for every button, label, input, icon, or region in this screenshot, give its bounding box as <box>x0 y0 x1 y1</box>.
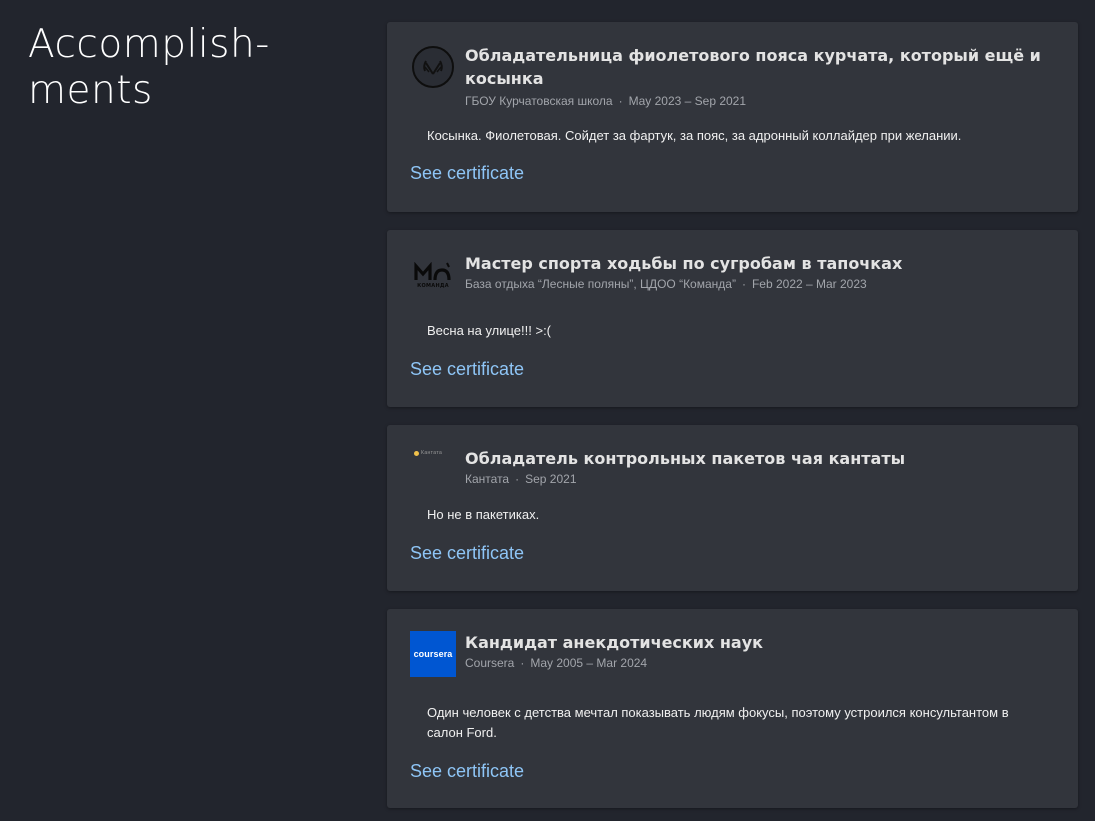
accomplishment-title: Мастер спорта ходьбы по сугробам в тапоч… <box>465 254 903 273</box>
card-header: Кантата Обладатель контрольных пакетов ч… <box>410 447 1058 495</box>
card-header-text: Мастер спорта ходьбы по сугробам в тапоч… <box>465 252 1058 292</box>
accomplishment-issuer: Coursera <box>465 656 515 670</box>
komanda-emblem-icon <box>414 261 451 280</box>
accomplishments-page: Accomplish- ments Обладательница фиолето… <box>0 0 1095 821</box>
accomplishment-description: Один человек с детства мечтал показывать… <box>427 705 1009 740</box>
kurchatov-school-logo <box>410 44 456 90</box>
card-header-text: Обладатель контрольных пакетов чая канта… <box>465 447 1058 487</box>
laurel-icon <box>412 46 454 88</box>
accomplishment-title: Кандидат анекдотических наук <box>465 633 764 652</box>
accomplishment-dates: Sep 2021 <box>525 472 577 486</box>
coursera-logo: coursera <box>410 631 456 677</box>
see-certificate-link[interactable]: See certificate <box>410 162 524 184</box>
accomplishment-meta: База отдыха “Лесные поляны”, ЦДОО “Коман… <box>465 276 1058 292</box>
accomplishment-title: Обладательница фиолетового пояса курчата… <box>465 46 1041 88</box>
kantata-dot-icon <box>414 451 419 456</box>
accomplishment-dates: May 2023 – Sep 2021 <box>628 94 747 108</box>
accomplishment-description: Но не в пакетиках. <box>427 507 540 522</box>
section-title: Accomplish- ments <box>28 22 328 114</box>
card-header: coursera Кандидат анекдотических наук Co… <box>410 631 1058 677</box>
section-title-line-1: Accomplish- <box>28 22 270 67</box>
accomplishment-title: Обладатель контрольных пакетов чая канта… <box>465 449 906 468</box>
see-certificate-link[interactable]: See certificate <box>410 358 524 380</box>
meta-separator: · <box>515 472 520 486</box>
card-header: КОМАНДА Мастер спорта ходьбы по сугробам… <box>410 252 1058 298</box>
section-title-line-2: ments <box>28 68 153 113</box>
coursera-logo-text: coursera <box>413 649 453 659</box>
meta-separator: · <box>520 656 525 670</box>
accomplishment-card: Обладательница фиолетового пояса курчата… <box>387 22 1078 212</box>
accomplishment-meta: ГБОУ Курчатовская школа · May 2023 – Sep 2… <box>465 93 1058 109</box>
meta-separator: · <box>741 277 746 291</box>
accomplishment-meta: Coursera · May 2005 – Mar 2024 <box>465 655 1058 671</box>
card-header-text: Обладательница фиолетового пояса курчата… <box>465 44 1058 109</box>
accomplishment-issuer: ГБОУ Курчатовская школа <box>465 94 613 108</box>
card-header: Обладательница фиолетового пояса курчата… <box>410 44 1058 109</box>
komanda-logo-text: КОМАНДА <box>417 282 449 289</box>
accomplishment-issuer: Кантата <box>465 472 510 486</box>
accomplishment-description: Весна на улице!!! >:( <box>427 323 552 338</box>
accomplishment-card: coursera Кандидат анекдотических наук Co… <box>387 609 1078 808</box>
meta-separator: · <box>618 94 623 108</box>
kantata-logo: Кантата <box>410 447 456 495</box>
kantata-logo-text: Кантата <box>421 450 443 456</box>
card-header-text: Кандидат анекдотических наук Coursera · Ma… <box>465 631 1058 671</box>
accomplishment-description: Косынка. Фиолетовая. Сойдет за фартук, з… <box>427 128 962 143</box>
accomplishment-issuer: База отдыха “Лесные поляны”, ЦДОО “Коман… <box>465 277 736 291</box>
see-certificate-link[interactable]: See certificate <box>410 760 524 782</box>
accomplishment-meta: Кантата · Sep 2021 <box>465 471 1058 487</box>
accomplishment-dates: Feb 2022 – Mar 2023 <box>751 277 867 291</box>
komanda-logo: КОМАНДА <box>410 252 456 298</box>
accomplishment-dates: May 2005 – Mar 2024 <box>530 656 648 670</box>
accomplishment-card: КОМАНДА Мастер спорта ходьбы по сугробам… <box>387 230 1078 407</box>
accomplishment-card: Кантата Обладатель контрольных пакетов ч… <box>387 425 1078 591</box>
see-certificate-link[interactable]: See certificate <box>410 542 524 564</box>
